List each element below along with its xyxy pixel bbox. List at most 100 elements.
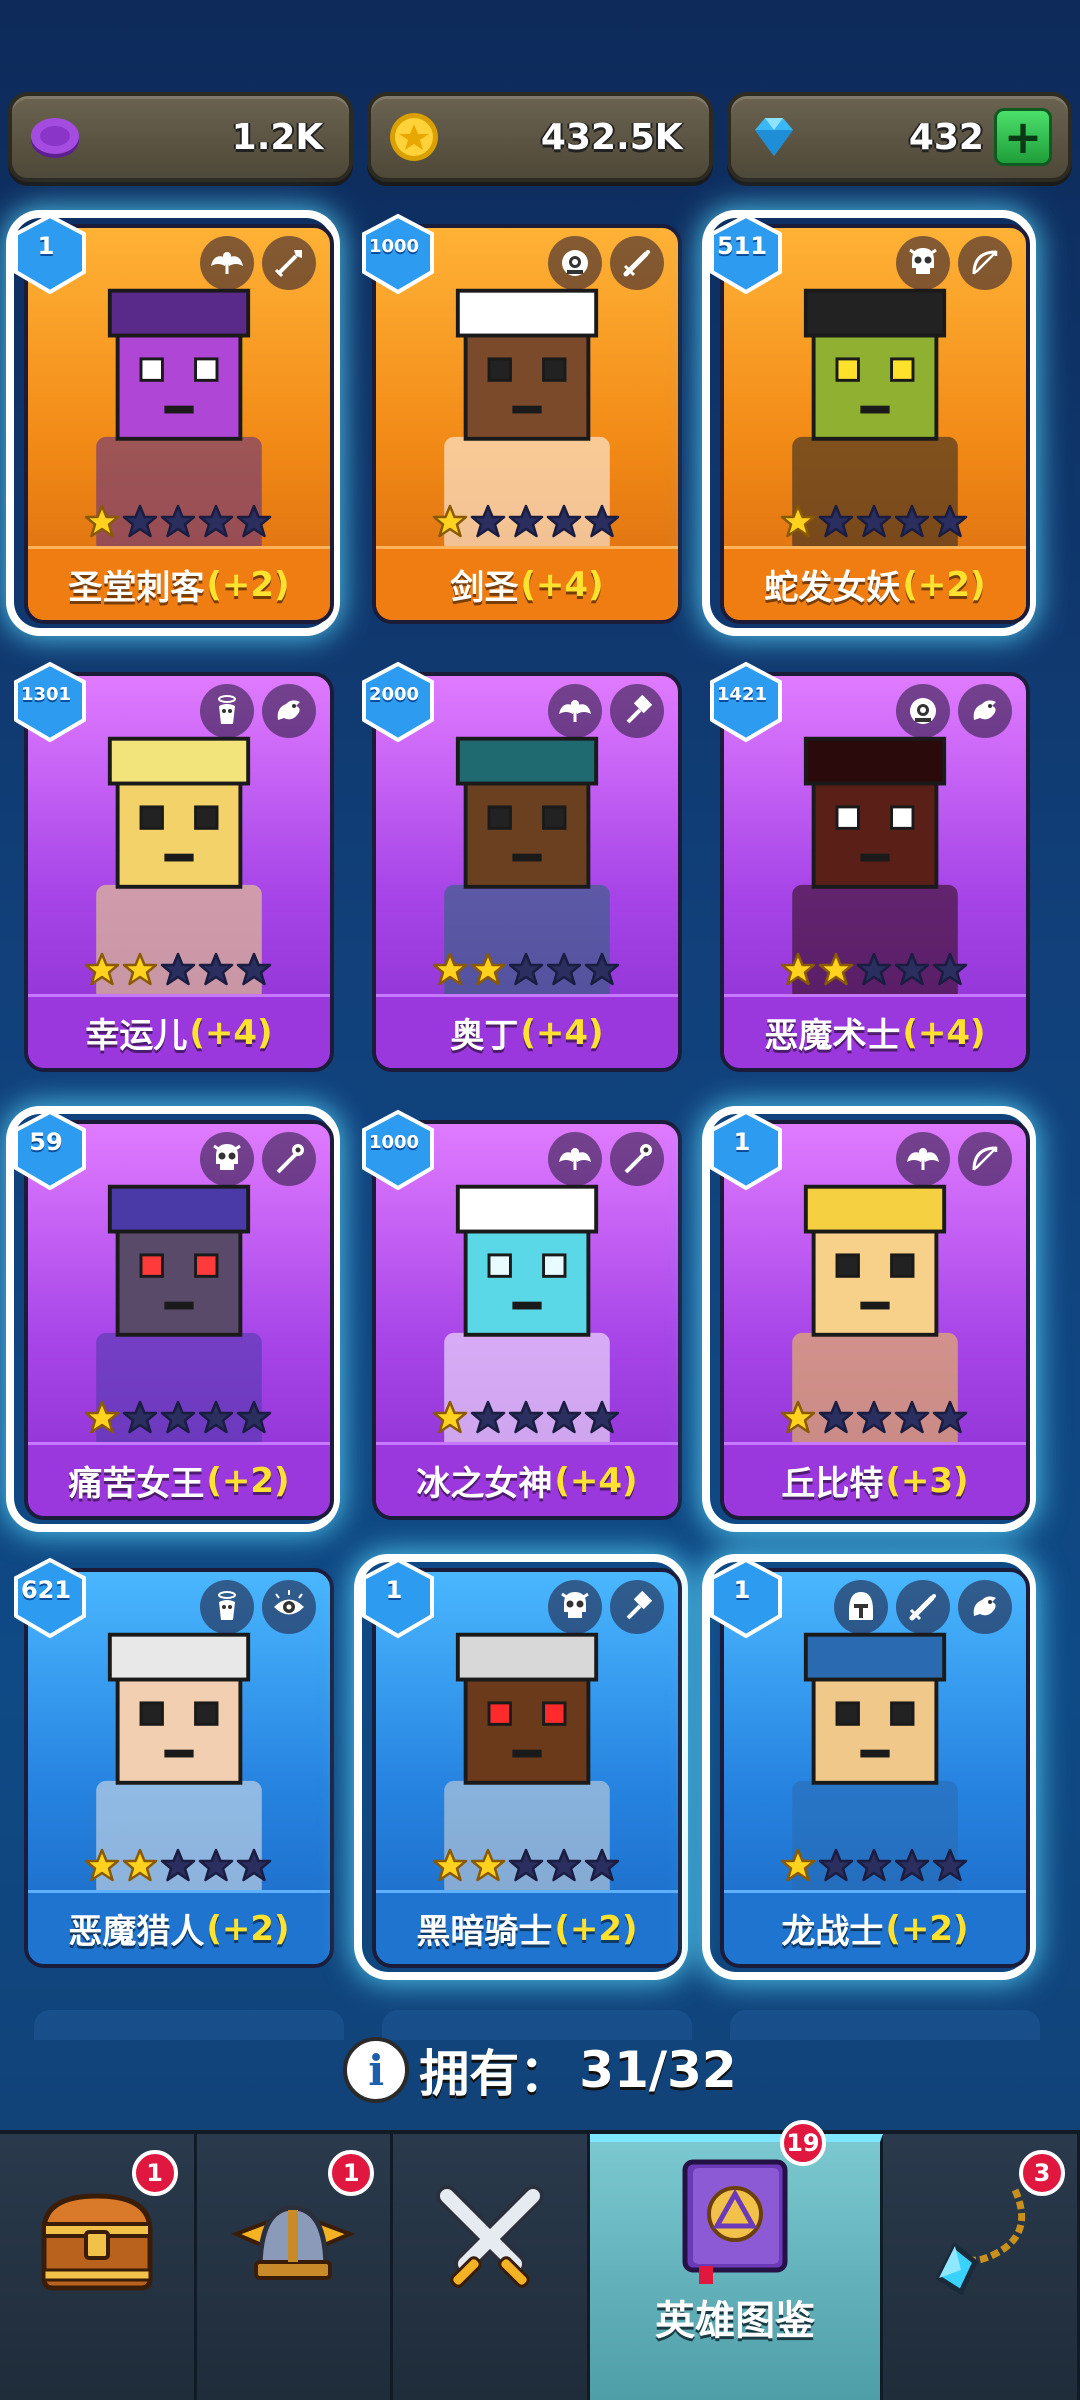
- hero-bonus: (+2): [206, 1908, 290, 1949]
- hero-name: 幸运儿: [85, 1016, 188, 1056]
- hero-name-bar: 剑圣 (+4): [376, 546, 678, 620]
- bow-icon: [958, 236, 1012, 290]
- hero-trait-icons: [200, 1580, 316, 1634]
- resource-bar: 1.2K 432.5K 432 +: [8, 92, 1072, 182]
- treasure-chest-icon: [41, 2193, 153, 2291]
- hero-name: 奥丁: [450, 1016, 519, 1056]
- star-rating: [432, 1400, 620, 1436]
- hero-trait-icons: [548, 236, 664, 290]
- owned-count: 31/32: [579, 2041, 737, 2099]
- skull-emblem-icon: [896, 236, 950, 290]
- star-rating: [432, 504, 620, 540]
- hero-card[interactable]: 蛇发女妖 (+2) 511: [710, 213, 1030, 628]
- hero-trait-icons: [200, 1132, 316, 1186]
- nav-amulet-badge: 3: [1019, 2150, 1066, 2196]
- hero-bonus: (+2): [554, 1908, 638, 1949]
- hero-name-bar: 痛苦女王 (+2): [28, 1442, 330, 1516]
- hero-bonus: (+4): [902, 1012, 986, 1053]
- nav-hero-codex-badge: 19: [779, 2120, 826, 2166]
- hero-card[interactable]: 圣堂刺客 (+2) 1: [14, 213, 334, 628]
- hero-card[interactable]: 冰之女神 (+4) 1000: [362, 1109, 682, 1524]
- purple-coin-counter: 1.2K: [8, 92, 354, 182]
- hero-card[interactable]: 黑暗骑士 (+2) 1: [362, 1557, 682, 1972]
- star-rating: [780, 504, 968, 540]
- hero-trait-icons: [548, 1580, 664, 1634]
- dragon-icon: [958, 684, 1012, 738]
- winged-emblem-icon: [896, 1132, 950, 1186]
- hero-card[interactable]: 奥丁 (+4) 2000: [362, 661, 682, 1076]
- gem-icon: [754, 118, 793, 156]
- nav-helmet[interactable]: 1: [196, 2134, 394, 2400]
- hero-level: 1: [733, 1576, 751, 1604]
- hero-bonus: (+2): [206, 1460, 290, 1501]
- nav-hero-codex[interactable]: 英雄图鉴 19: [589, 2120, 884, 2400]
- star-rating: [780, 1848, 968, 1884]
- star-rating: [84, 504, 272, 540]
- bottom-nav: 1 1 英雄图鉴 19 3: [0, 2120, 1080, 2400]
- nav-amulet[interactable]: 3: [883, 2134, 1080, 2400]
- dragon-icon: [958, 1580, 1012, 1634]
- hammer-icon: [610, 684, 664, 738]
- hammer-icon: [610, 1580, 664, 1634]
- hero-level: 1421: [716, 684, 768, 705]
- owned-label: 拥有：: [419, 2045, 570, 2103]
- hero-level: 511: [716, 232, 768, 260]
- hero-bonus: (+3): [885, 1460, 969, 1501]
- level-badge: 1: [704, 1556, 788, 1640]
- gold-coin-icon: [390, 113, 439, 161]
- hero-name-bar: 黑暗骑士 (+2): [376, 1890, 678, 1964]
- gold-coin-value: 432.5K: [540, 116, 683, 158]
- hero-name: 圣堂刺客: [68, 568, 205, 608]
- angel-emblem-icon: [200, 1580, 254, 1634]
- winged-emblem-icon: [200, 236, 254, 290]
- hero-name-bar: 蛇发女妖 (+2): [724, 546, 1026, 620]
- add-gems-button[interactable]: +: [993, 108, 1052, 166]
- star-rating: [780, 1400, 968, 1436]
- level-badge: 511: [704, 212, 788, 296]
- hero-level: 2000: [368, 684, 420, 705]
- hero-level: 59: [29, 1128, 63, 1156]
- hero-card[interactable]: 恶魔猎人 (+2) 621: [14, 1557, 334, 1972]
- star-rating: [432, 952, 620, 988]
- staff-icon: [262, 1132, 316, 1186]
- hero-book-icon: [682, 2159, 788, 2284]
- helmet-emblem-icon: [834, 1580, 888, 1634]
- hero-level: 1000: [368, 1132, 420, 1153]
- purple-coin-value: 1.2K: [231, 116, 324, 158]
- winged-helmet-icon: [231, 2205, 356, 2280]
- hero-name: 剑圣: [450, 568, 519, 608]
- hero-bonus: (+4): [520, 1012, 604, 1053]
- hero-card[interactable]: 龙战士 (+2) 1: [710, 1557, 1030, 1972]
- hero-bonus: (+4): [189, 1012, 273, 1053]
- hero-card[interactable]: 幸运儿 (+4) 1301: [14, 661, 334, 1076]
- hero-level: 621: [20, 1576, 72, 1604]
- hero-card[interactable]: 丘比特 (+3) 1: [710, 1109, 1030, 1524]
- nav-battle[interactable]: [393, 2134, 590, 2400]
- hero-name-bar: 龙战士 (+2): [724, 1890, 1026, 1964]
- level-badge: 1000: [356, 212, 440, 296]
- level-badge: 59: [8, 1108, 92, 1192]
- hero-trait-icons: [896, 684, 1012, 738]
- nav-helmet-badge: 1: [328, 2150, 375, 2196]
- level-badge: 2000: [356, 660, 440, 744]
- hero-trait-icons: [896, 236, 1012, 290]
- hero-level: 1301: [20, 684, 72, 705]
- level-badge: 1421: [704, 660, 788, 744]
- nav-chest-badge: 1: [131, 2150, 178, 2196]
- nav-chest[interactable]: 1: [0, 2134, 197, 2400]
- gold-coin-counter: 432.5K: [367, 92, 713, 182]
- hero-name-bar: 圣堂刺客 (+2): [28, 546, 330, 620]
- gem-value: 432: [908, 116, 984, 158]
- dragon-icon: [262, 684, 316, 738]
- hero-trait-icons: [200, 684, 316, 738]
- nav-hero-codex-label: 英雄图鉴: [655, 2298, 816, 2344]
- hero-card[interactable]: 恶魔术士 (+4) 1421: [710, 661, 1030, 1076]
- hero-name: 冰之女神: [416, 1464, 553, 1504]
- hero-card[interactable]: 痛苦女王 (+2) 59: [14, 1109, 334, 1524]
- bow-icon: [958, 1132, 1012, 1186]
- angel-emblem-icon: [200, 684, 254, 738]
- hero-card[interactable]: 剑圣 (+4) 1000: [362, 213, 682, 628]
- hero-level: 1: [385, 1576, 403, 1604]
- info-icon[interactable]: i: [343, 2037, 410, 2103]
- hero-name: 恶魔术士: [764, 1016, 901, 1056]
